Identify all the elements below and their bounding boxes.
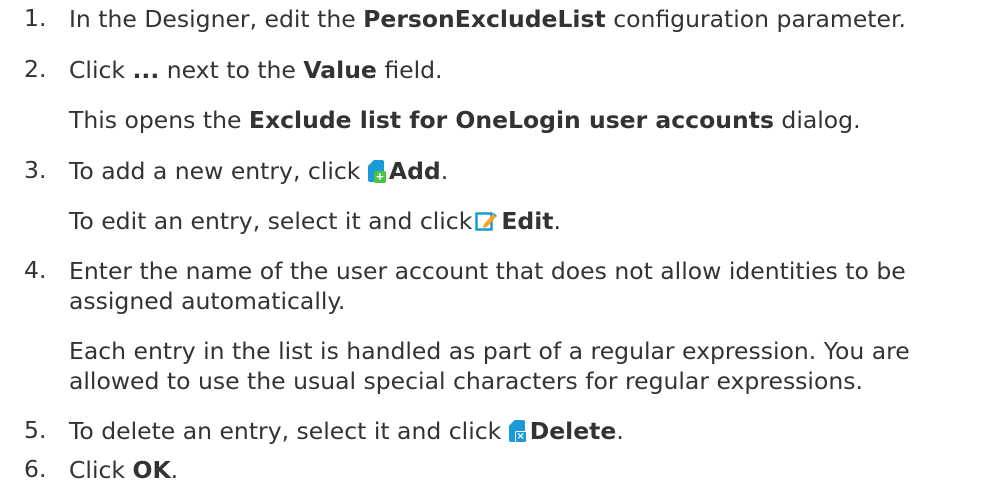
edit-label: Edit — [501, 207, 554, 235]
step-text: In the Designer, edit the PersonExcludeL… — [69, 4, 906, 34]
text-run: This opens the — [69, 106, 249, 134]
text-run: Click — [69, 456, 133, 484]
step-text: To add a new entry, click + Add. — [69, 156, 448, 186]
text-run: . — [616, 417, 624, 445]
step-text: Enter the name of the user account that … — [69, 257, 906, 285]
text-run: next to the — [159, 56, 304, 84]
step-number: 4. — [24, 256, 47, 284]
text-run: To delete an entry, select it and click — [69, 417, 509, 445]
step-text: Click OK. — [69, 455, 178, 485]
step-note: Each entry in the list is handled as par… — [69, 337, 910, 365]
add-label: Add — [388, 157, 441, 185]
step-result: This opens the Exclude list for OneLogin… — [69, 105, 861, 135]
text-run: . — [170, 456, 179, 484]
text-run: configuration parameter. — [605, 5, 906, 33]
parameter-name: PersonExcludeList — [363, 5, 606, 33]
edit-icon — [475, 209, 498, 231]
step-number: 3. — [24, 156, 47, 184]
text-run: . — [553, 207, 561, 235]
step-number: 1. — [24, 4, 47, 32]
text-run: Click — [69, 56, 133, 84]
step-number: 5. — [24, 416, 47, 444]
step-number: 6. — [24, 455, 47, 483]
add-icon: + — [367, 160, 386, 183]
text-run: To edit an entry, select it and click — [69, 207, 473, 235]
step-text: To delete an entry, select it and click … — [69, 416, 624, 446]
text-run: To add a new entry, click — [69, 157, 368, 185]
field-name: Value — [303, 56, 377, 84]
delete-label: Delete — [529, 417, 617, 445]
delete-icon: × — [508, 420, 527, 443]
text-run: field. — [376, 56, 443, 84]
ok-label: OK — [132, 456, 171, 484]
dialog-name: Exclude list for OneLogin user accounts — [248, 106, 774, 134]
text-run: dialog. — [773, 106, 861, 134]
step-text: assigned automatically. — [69, 287, 346, 315]
step-text: To edit an entry, select it and click Edi… — [69, 206, 561, 236]
text-run: In the Designer, edit the — [69, 5, 364, 33]
step-text: Click ... next to the Value field. — [69, 55, 443, 85]
step-note: allowed to use the usual special charact… — [69, 367, 863, 395]
step-number: 2. — [24, 55, 47, 83]
text-run: . — [440, 157, 449, 185]
ellipsis-button-name: ... — [132, 56, 160, 84]
